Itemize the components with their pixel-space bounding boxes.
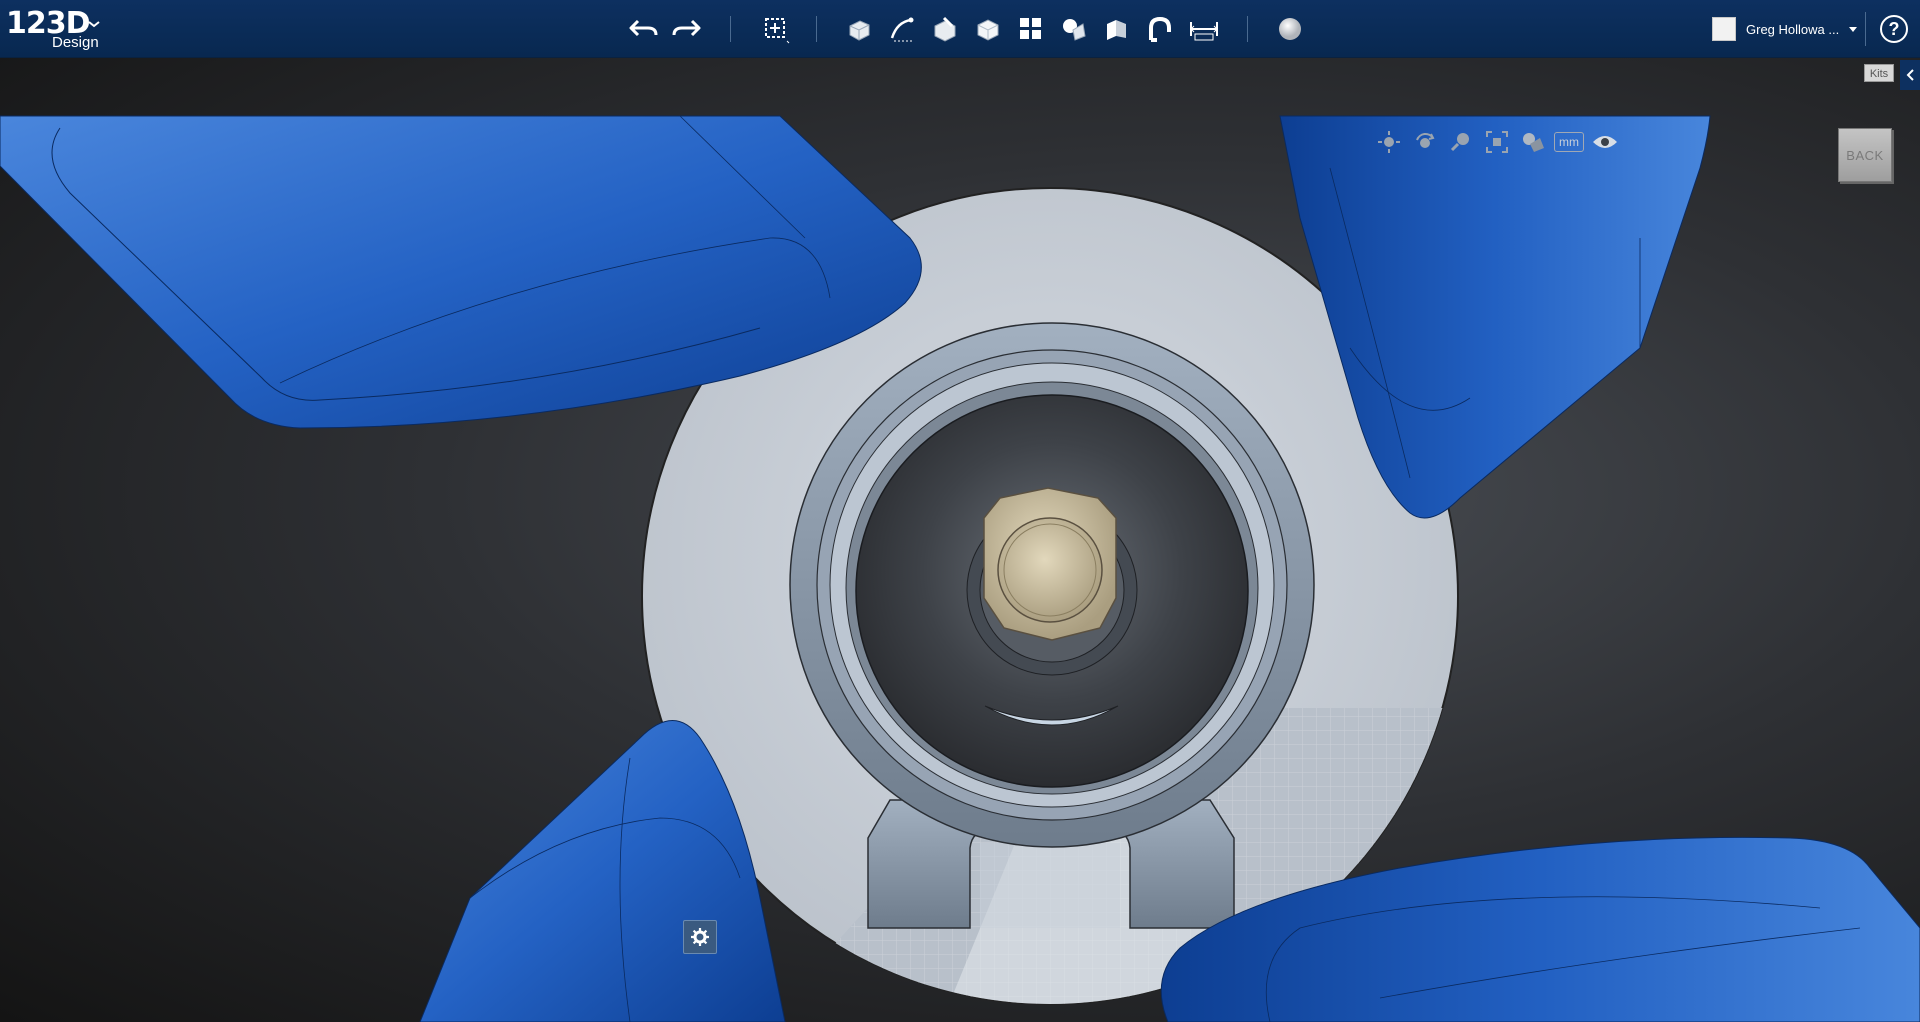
chevron-left-icon [1906, 69, 1914, 81]
user-menu[interactable]: Greg Hollowa ... [1712, 12, 1860, 46]
main-toolbar: 123D Design Greg Hollowa ... ? [0, 0, 1920, 58]
toolbar-separator [816, 16, 817, 42]
grouping-icon [1063, 19, 1086, 41]
view-style-icon [1523, 133, 1544, 152]
fit-view-button[interactable] [1482, 128, 1512, 156]
view-style-button[interactable] [1518, 128, 1548, 156]
fit-view-icon [1486, 131, 1508, 153]
measure-button[interactable] [1186, 11, 1222, 47]
combine-button[interactable] [1099, 11, 1135, 47]
construct-icon [934, 16, 956, 42]
snap-button[interactable] [1142, 11, 1178, 47]
grouping-button[interactable] [1056, 11, 1092, 47]
view-navigation-bar: mm [1374, 128, 1620, 156]
app-logo-menu[interactable]: 123D Design [4, 4, 104, 54]
primitives-icon [849, 20, 870, 41]
undo-button[interactable] [626, 11, 662, 47]
side-panel-toggle[interactable] [1900, 60, 1920, 90]
redo-icon [672, 19, 701, 37]
zoom-icon [1450, 133, 1469, 152]
redo-button[interactable] [668, 11, 704, 47]
undo-icon [629, 19, 658, 37]
gear-icon [691, 928, 709, 946]
help-button[interactable]: ? [1880, 15, 1908, 43]
construct-button[interactable] [927, 11, 963, 47]
sketch-icon [890, 17, 914, 42]
app-window: 123D Design Greg Hollowa ... ? mm Kits B… [0, 0, 1920, 1022]
toolbar-separator [1865, 12, 1866, 46]
3d-viewport[interactable]: mm Kits BACK [0, 58, 1920, 1022]
snap-icon [1149, 16, 1171, 42]
logo-subtitle: Design [52, 34, 99, 51]
viewcube-face-label: BACK [1846, 147, 1884, 163]
material-icon [1279, 18, 1301, 40]
toolbar-separator [730, 16, 731, 42]
pattern-button[interactable] [1013, 11, 1049, 47]
modify-button[interactable] [970, 11, 1006, 47]
combine-icon [1107, 20, 1126, 40]
transform-button[interactable] [758, 11, 794, 47]
eye-icon [1593, 136, 1617, 148]
user-name: Greg Hollowa ... [1746, 21, 1840, 37]
pattern-icon [1020, 18, 1041, 39]
zoom-button[interactable] [1446, 128, 1476, 156]
material-button[interactable] [1272, 11, 1308, 47]
sketch-button[interactable] [884, 11, 920, 47]
viewcube[interactable]: BACK [1838, 128, 1892, 182]
measure-icon [1190, 22, 1218, 41]
transform-icon [765, 18, 790, 44]
settings-button[interactable] [683, 920, 717, 954]
pan-icon [1378, 131, 1400, 153]
orbit-button[interactable] [1410, 128, 1440, 156]
avatar [1712, 17, 1736, 41]
toolbar-separator [1247, 16, 1248, 42]
primitives-button[interactable] [841, 11, 877, 47]
visibility-button[interactable] [1590, 128, 1620, 156]
pan-button[interactable] [1374, 128, 1404, 156]
caret-down-icon [1849, 27, 1857, 32]
chevron-down-icon [88, 21, 100, 28]
units-button[interactable]: mm [1554, 132, 1584, 152]
orbit-icon [1416, 133, 1435, 148]
kits-button[interactable]: Kits [1864, 64, 1894, 82]
scene-canvas [0, 115, 1920, 1022]
modify-icon [977, 19, 999, 41]
